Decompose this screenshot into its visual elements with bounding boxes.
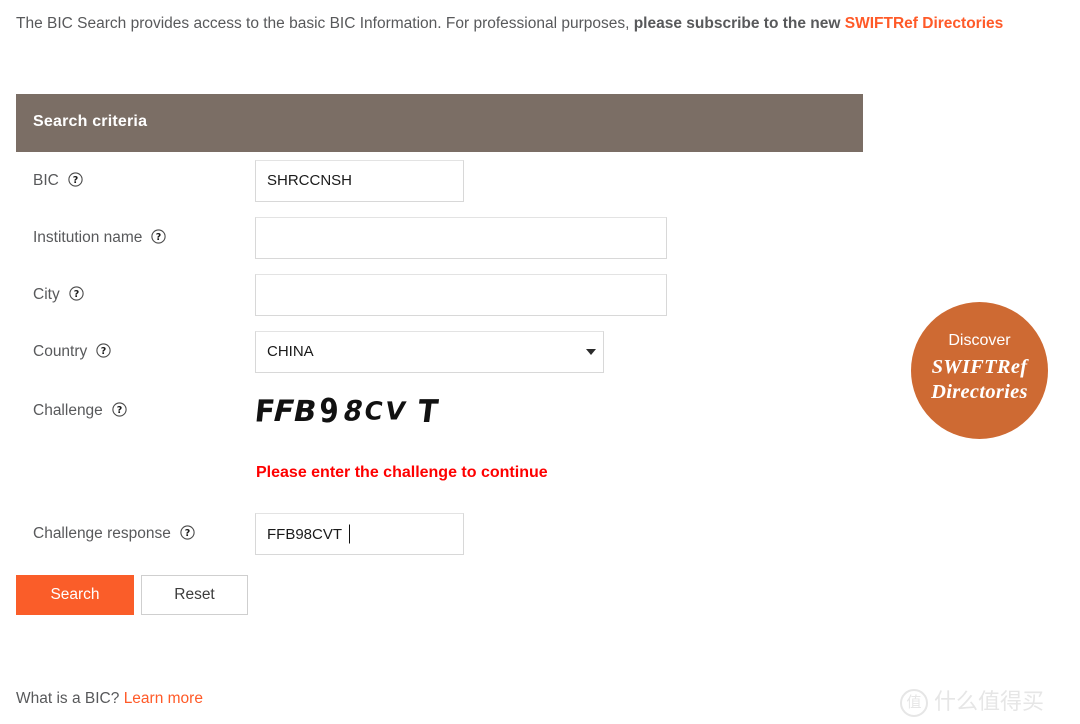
- footer-help: What is a BIC? Learn more: [16, 690, 203, 708]
- label-challenge: Challenge?: [33, 402, 127, 420]
- city-input[interactable]: [255, 273, 667, 316]
- swiftref-directories-link[interactable]: SWIFTRef Directories: [845, 15, 1003, 32]
- watermark-text: 什么值得买: [934, 690, 1045, 715]
- institution-name-input[interactable]: [255, 216, 667, 259]
- label-country: Country?: [33, 343, 111, 361]
- svg-text:?: ?: [117, 405, 123, 416]
- watermark-mark: 值: [900, 689, 928, 717]
- help-circle-icon[interactable]: ?: [69, 285, 84, 301]
- learn-more-link[interactable]: Learn more: [124, 690, 203, 707]
- reset-button[interactable]: Reset: [141, 575, 248, 615]
- svg-text:?: ?: [73, 175, 79, 186]
- label-challenge-text: Challenge: [33, 402, 103, 419]
- label-country-text: Country: [33, 342, 88, 360]
- help-circle-icon[interactable]: ?: [151, 228, 167, 244]
- footer-question: What is a BIC?: [16, 690, 120, 707]
- challenge-response-input[interactable]: [255, 513, 464, 555]
- intro-text-normal: The BIC Search provides access to the ba…: [16, 15, 634, 32]
- captcha-char: V: [383, 396, 409, 426]
- form-row-error: Please enter the challenge to continue: [0, 442, 1080, 504]
- help-circle-icon[interactable]: ?: [180, 525, 195, 540]
- captcha-char: 9: [319, 391, 339, 431]
- help-circle-icon[interactable]: ?: [68, 171, 83, 187]
- intro-paragraph: The BIC Search provides access to the ba…: [16, 12, 1066, 36]
- svg-text:?: ?: [73, 289, 79, 300]
- label-city-text: City: [33, 285, 60, 303]
- captcha-image: FFB98CV T: [253, 389, 455, 433]
- captcha-char: T: [415, 392, 440, 430]
- help-circle-icon[interactable]: ?: [96, 342, 111, 358]
- challenge-error-message: Please enter the challenge to continue: [256, 464, 548, 481]
- label-bic: BIC?: [33, 172, 83, 190]
- search-criteria-header: Search criteria: [16, 94, 863, 152]
- text-caret: [349, 524, 350, 544]
- search-button[interactable]: Search: [16, 575, 134, 615]
- site-watermark: 值什么值得买: [900, 684, 1044, 717]
- form-row-institution-name: Institution name?: [0, 209, 1080, 266]
- label-challenge-response: Challenge response?: [33, 525, 195, 543]
- form-row-bic: BIC?: [0, 152, 1080, 209]
- badge-line-discover: Discover: [948, 332, 1011, 349]
- badge-line-directories: Directories: [931, 381, 1028, 403]
- help-circle-icon[interactable]: ?: [112, 402, 127, 417]
- label-institution-name-text: Institution name: [33, 228, 143, 246]
- label-city: City?: [33, 286, 84, 304]
- bic-input[interactable]: [255, 159, 464, 202]
- intro-text-bold: please subscribe to the new: [633, 15, 845, 32]
- panel-title: Search criteria: [33, 113, 148, 130]
- svg-text:?: ?: [101, 346, 107, 357]
- captcha-text: FFB98CV T: [253, 389, 455, 433]
- badge-line-swiftref: SWIFTRef: [931, 356, 1028, 378]
- form-row-challenge-response: Challenge response?: [0, 504, 1080, 564]
- label-institution-name: Institution name?: [33, 228, 167, 247]
- svg-text:?: ?: [156, 232, 162, 243]
- label-challenge-response-text: Challenge response: [33, 525, 171, 542]
- label-bic-text: BIC: [33, 171, 59, 189]
- svg-text:?: ?: [185, 528, 191, 539]
- country-select[interactable]: CHINA: [255, 330, 604, 373]
- form-row-buttons: Search Reset: [0, 564, 1080, 626]
- swiftref-directories-badge[interactable]: Discover SWIFTRef Directories: [911, 302, 1048, 439]
